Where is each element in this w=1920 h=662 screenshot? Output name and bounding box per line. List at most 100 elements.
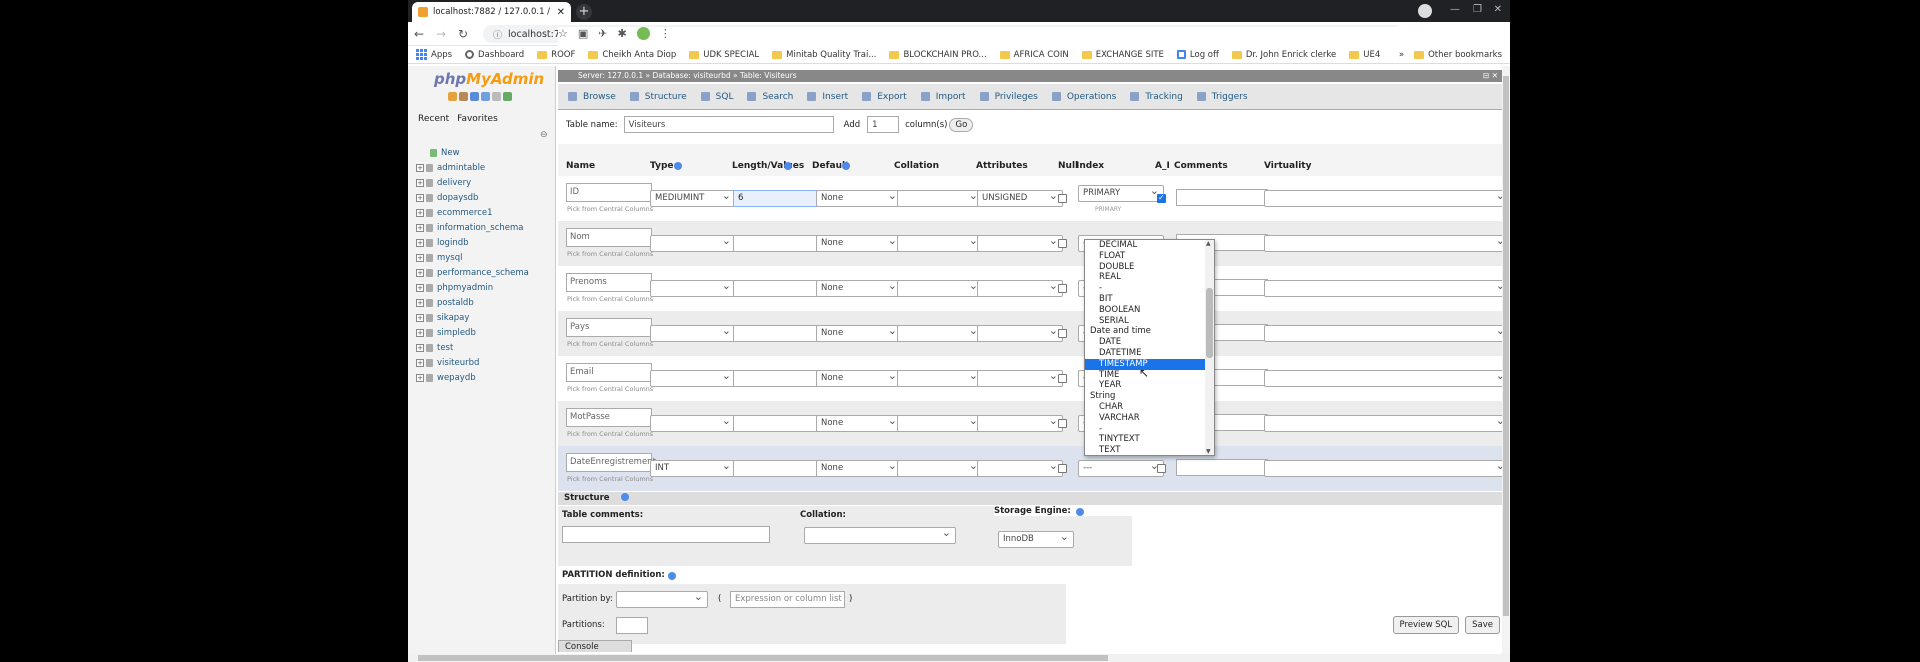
type-option[interactable]: YEAR bbox=[1085, 380, 1214, 391]
logout-icon[interactable] bbox=[459, 92, 468, 101]
tab-import[interactable]: Import bbox=[920, 92, 966, 102]
type-option[interactable]: VARCHAR bbox=[1085, 413, 1214, 424]
expand-icon[interactable]: + bbox=[416, 163, 424, 172]
bookmark-ue4[interactable]: UE4 bbox=[1349, 50, 1380, 60]
pick-central-link[interactable]: Pick from Central Columns bbox=[567, 385, 653, 393]
expand-icon[interactable]: + bbox=[416, 343, 424, 352]
help-icon[interactable] bbox=[784, 162, 792, 170]
type-option[interactable]: TEXT bbox=[1085, 445, 1214, 455]
type-select[interactable] bbox=[650, 413, 736, 432]
tree-db-simpledb[interactable]: + simpledb bbox=[416, 325, 554, 340]
expand-icon[interactable]: + bbox=[416, 268, 424, 277]
ai-checkbox[interactable] bbox=[1157, 464, 1166, 473]
length-input[interactable] bbox=[733, 235, 821, 252]
length-input[interactable] bbox=[733, 370, 821, 387]
recent-tab[interactable]: Recent bbox=[418, 114, 449, 124]
horizontal-scrollbar[interactable] bbox=[408, 654, 1510, 662]
tree-db-information-schema[interactable]: + information_schema bbox=[416, 220, 554, 235]
settings-icon[interactable] bbox=[492, 92, 501, 101]
type-option[interactable]: DECIMAL bbox=[1085, 240, 1214, 251]
column-name-input[interactable]: Pays bbox=[566, 318, 652, 337]
default-select[interactable]: None bbox=[816, 233, 902, 252]
bookmark-udk-special[interactable]: UDK SPECIAL bbox=[689, 50, 759, 60]
help-icon[interactable] bbox=[674, 162, 682, 170]
help-icon[interactable] bbox=[668, 572, 676, 580]
close-window-icon[interactable]: ✕ bbox=[1494, 4, 1502, 15]
expand-icon[interactable]: + bbox=[416, 193, 424, 202]
other-bookmarks[interactable]: » Other bookmarks bbox=[1399, 50, 1502, 60]
collation-select[interactable] bbox=[897, 458, 983, 477]
tab-search[interactable]: Search bbox=[747, 92, 793, 102]
column-name-input[interactable]: MotPasse bbox=[566, 408, 652, 427]
preview-sql-button[interactable]: Preview SQL bbox=[1392, 616, 1460, 634]
tab-browse[interactable]: Browse bbox=[568, 92, 616, 102]
column-name-input[interactable]: ID bbox=[566, 183, 652, 202]
virtuality-select[interactable] bbox=[1264, 233, 1510, 252]
phpmyadmin-logo[interactable]: phpMyAdmin bbox=[434, 70, 544, 88]
type-option[interactable]: SERIAL bbox=[1085, 316, 1214, 327]
expand-icon[interactable]: + bbox=[416, 298, 424, 307]
tree-db-admintable[interactable]: + admintable bbox=[416, 160, 554, 175]
tree-db-logindb[interactable]: + logindb bbox=[416, 235, 554, 250]
expression-input[interactable]: Expression or column list bbox=[730, 591, 845, 608]
type-dropdown-list[interactable]: DECIMAL FLOAT DOUBLE REAL - BIT BOOLEAN … bbox=[1084, 239, 1215, 456]
null-checkbox[interactable] bbox=[1058, 284, 1067, 293]
home-icon[interactable] bbox=[448, 92, 457, 101]
tab-privileges[interactable]: Privileges bbox=[979, 92, 1038, 102]
tree-db-delivery[interactable]: + delivery bbox=[416, 175, 554, 190]
type-option[interactable]: TINYTEXT bbox=[1085, 434, 1214, 445]
avatar[interactable] bbox=[636, 27, 650, 40]
bookmark-dashboard[interactable]: Dashboard bbox=[465, 50, 524, 60]
breadcrumb[interactable]: Server: 127.0.0.1 » Database: visiteurbd… bbox=[558, 70, 1510, 82]
attributes-select[interactable] bbox=[977, 323, 1063, 342]
bookmark-blockchain[interactable]: BLOCKCHAIN PRO... bbox=[889, 50, 987, 60]
type-option[interactable]: DATETIME bbox=[1085, 348, 1214, 359]
length-input[interactable] bbox=[733, 415, 821, 432]
index-select[interactable]: PRIMARY bbox=[1078, 183, 1164, 202]
chevron-right-icon[interactable]: » bbox=[1399, 50, 1404, 60]
type-select[interactable] bbox=[650, 278, 736, 297]
tree-db-wepaydb[interactable]: + wepaydb bbox=[416, 370, 554, 385]
tree-db-phpmyadmin[interactable]: + phpmyadmin bbox=[416, 280, 554, 295]
help-icon[interactable] bbox=[481, 92, 490, 101]
collation-select[interactable] bbox=[897, 368, 983, 387]
column-name-input[interactable]: Prenoms bbox=[566, 273, 652, 292]
expand-icon[interactable]: + bbox=[416, 283, 424, 292]
tree-db-postaldb[interactable]: + postaldb bbox=[416, 295, 554, 310]
collation-select[interactable] bbox=[897, 278, 983, 297]
tree-db-test[interactable]: + test bbox=[416, 340, 554, 355]
bookmark-cheikh-anta-diop[interactable]: Cheikh Anta Diop bbox=[588, 50, 676, 60]
pick-central-link[interactable]: Pick from Central Columns bbox=[567, 250, 653, 258]
length-input[interactable] bbox=[733, 280, 821, 297]
type-option[interactable]: REAL bbox=[1085, 272, 1214, 283]
table-comments-input[interactable] bbox=[562, 526, 770, 543]
dropdown-scroll-thumb[interactable] bbox=[1206, 288, 1213, 358]
expand-icon[interactable]: + bbox=[416, 373, 424, 382]
null-checkbox[interactable] bbox=[1058, 239, 1067, 248]
type-option-highlighted[interactable]: TIMESTAMP bbox=[1085, 358, 1214, 370]
type-option[interactable]: DATE bbox=[1085, 337, 1214, 348]
back-icon[interactable]: ← bbox=[408, 27, 430, 41]
null-checkbox[interactable] bbox=[1058, 329, 1067, 338]
expand-icon[interactable]: + bbox=[416, 178, 424, 187]
pick-central-link[interactable]: Pick from Central Columns bbox=[567, 475, 653, 483]
virtuality-select[interactable] bbox=[1264, 323, 1510, 342]
docs-icon[interactable] bbox=[470, 92, 479, 101]
save-button[interactable]: Save bbox=[1465, 616, 1500, 634]
length-input[interactable] bbox=[733, 460, 821, 477]
type-option[interactable]: DOUBLE bbox=[1085, 262, 1214, 273]
default-select[interactable]: None bbox=[816, 368, 902, 387]
null-checkbox[interactable] bbox=[1058, 419, 1067, 428]
profile-icon[interactable] bbox=[1418, 4, 1432, 18]
pick-central-link[interactable]: Pick from Central Columns bbox=[567, 430, 653, 438]
expand-icon[interactable]: + bbox=[416, 223, 424, 232]
tree-db-performance-schema[interactable]: + performance_schema bbox=[416, 265, 554, 280]
tab-operations[interactable]: Operations bbox=[1051, 92, 1116, 102]
add-columns-input[interactable]: 1 bbox=[867, 116, 900, 133]
link-icon[interactable]: ⊖ bbox=[540, 130, 548, 140]
collation-select[interactable] bbox=[897, 233, 983, 252]
tab-insert[interactable]: Insert bbox=[807, 92, 848, 102]
type-option[interactable]: BOOLEAN bbox=[1085, 305, 1214, 316]
null-checkbox[interactable] bbox=[1058, 374, 1067, 383]
default-select[interactable]: None bbox=[816, 413, 902, 432]
